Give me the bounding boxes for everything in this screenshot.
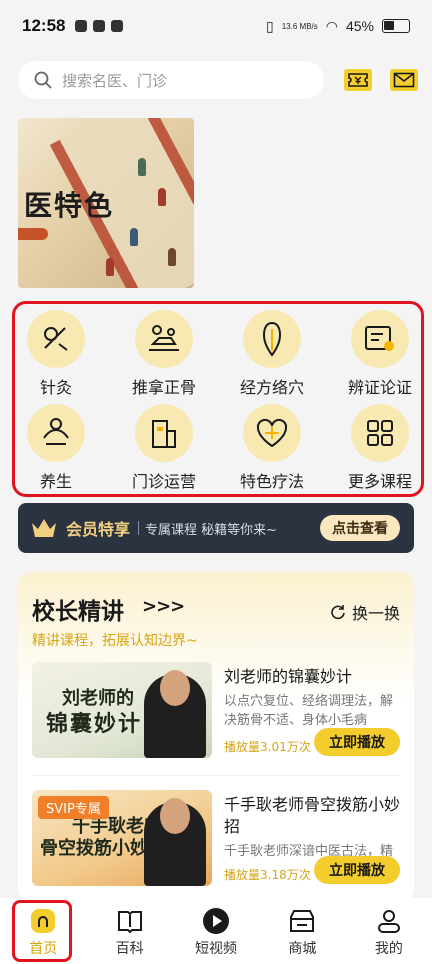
status-bar: 12:58 ▯ 13.6 MB/s ◠ 45% bbox=[0, 0, 432, 52]
section-subtitle: 精讲课程，拓展认知边界~ bbox=[32, 633, 198, 649]
member-description: 专属课程 秘籍等你来~ bbox=[145, 522, 278, 538]
member-title: 会员特享 bbox=[66, 520, 131, 539]
nav-home[interactable]: 首页 bbox=[0, 898, 86, 964]
health-icon bbox=[27, 404, 85, 462]
notification-icon bbox=[93, 20, 106, 32]
course-title: 刘老师的锦囊妙计 bbox=[224, 667, 353, 686]
ticket-button[interactable] bbox=[344, 69, 372, 91]
status-right: ▯ 13.6 MB/s ◠ 45% bbox=[266, 18, 410, 35]
nav-label: 百科 bbox=[115, 941, 144, 957]
category-diagnosis[interactable]: 辨证论证 bbox=[330, 310, 430, 400]
category-label: 门诊运营 bbox=[131, 472, 196, 491]
user-icon bbox=[374, 906, 404, 936]
search-placeholder: 搜索名医、门诊 bbox=[62, 72, 168, 90]
nav-shop[interactable]: 商城 bbox=[259, 898, 345, 964]
principal-lecture-section: 校长精讲 >>> 换一换 精讲课程，拓展认知边界~ 刘老师的 锦囊妙计 刘老师的… bbox=[18, 572, 414, 902]
diagnosis-icon bbox=[351, 310, 409, 368]
nav-label: 我的 bbox=[374, 941, 403, 957]
refresh-label: 换一换 bbox=[352, 604, 401, 623]
play-now-button[interactable]: 立即播放 bbox=[314, 728, 400, 756]
shop-icon bbox=[287, 906, 317, 936]
status-time: 12:58 bbox=[22, 16, 66, 35]
nav-label: 首页 bbox=[29, 941, 58, 957]
search-input[interactable]: 搜索名医、门诊 bbox=[18, 61, 324, 99]
category-label: 养生 bbox=[39, 472, 72, 491]
banner-figure bbox=[158, 188, 166, 206]
nav-short-video[interactable]: 短视频 bbox=[173, 898, 259, 964]
banner-figure bbox=[168, 248, 176, 266]
course-item[interactable]: 千手耿老师 骨空拨筋小妙招 SVIP专属 千手耿老师骨空拨筋小妙招 千手耿老师深… bbox=[32, 790, 404, 892]
teacher-photo bbox=[160, 798, 190, 834]
category-label: 针灸 bbox=[39, 378, 72, 397]
vibrate-icon: ▯ bbox=[266, 17, 274, 34]
notification-icon bbox=[75, 20, 88, 32]
category-label: 特色疗法 bbox=[239, 472, 304, 491]
course-thumbnail: 千手耿老师 骨空拨筋小妙招 SVIP专属 bbox=[32, 790, 212, 886]
message-button[interactable] bbox=[390, 69, 418, 91]
notification-icon bbox=[111, 20, 124, 32]
search-icon bbox=[34, 71, 52, 89]
svip-badge: SVIP专属 bbox=[38, 796, 109, 819]
play-count: 播放量3.18万次 bbox=[224, 868, 311, 882]
network-speed: 13.6 MB/s bbox=[281, 21, 318, 31]
play-now-button[interactable]: 立即播放 bbox=[314, 856, 400, 884]
banner-button bbox=[18, 228, 48, 240]
view-member-button[interactable]: 点击查看 bbox=[320, 515, 400, 541]
banner-title: 医特色 bbox=[24, 189, 115, 222]
clinic-icon bbox=[135, 404, 193, 462]
book-icon bbox=[115, 906, 145, 936]
bottom-navigation: 首页 百科 短视频 商城 我的 bbox=[0, 898, 432, 964]
crown-icon bbox=[32, 519, 56, 537]
search-row: 搜索名医、门诊 bbox=[18, 60, 418, 100]
battery-percent: 45% bbox=[345, 18, 374, 34]
play-count: 播放量3.01万次 bbox=[224, 740, 311, 754]
course-description: 以点穴复位、经络调理法，解决筋骨不适、身体小毛病 bbox=[224, 694, 394, 728]
wifi-icon: ◠ bbox=[325, 17, 338, 34]
category-clinic[interactable]: 门诊运营 bbox=[114, 404, 214, 494]
category-label: 推拿正骨 bbox=[131, 378, 196, 397]
mail-icon bbox=[393, 72, 415, 88]
nav-encyclopedia[interactable]: 百科 bbox=[86, 898, 172, 964]
banner-figure bbox=[106, 258, 114, 276]
course-thumbnail: 刘老师的 锦囊妙计 bbox=[32, 662, 212, 758]
banner-figure bbox=[138, 158, 146, 176]
category-massage[interactable]: 推拿正骨 bbox=[114, 310, 214, 400]
course-item[interactable]: 刘老师的 锦囊妙计 刘老师的锦囊妙计 以点穴复位、经络调理法，解决筋骨不适、身体… bbox=[32, 662, 404, 764]
promo-banner[interactable]: 医特色 bbox=[18, 118, 194, 288]
category-more[interactable]: 更多课程 bbox=[330, 404, 430, 494]
divider bbox=[138, 521, 140, 535]
meridian-icon bbox=[243, 310, 301, 368]
therapy-icon bbox=[243, 404, 301, 462]
acupuncture-icon bbox=[27, 310, 85, 368]
member-banner[interactable]: 会员特享 专属课程 秘籍等你来~ 点击查看 bbox=[18, 503, 414, 553]
nav-profile[interactable]: 我的 bbox=[346, 898, 432, 964]
more-arrows-icon[interactable]: >>> bbox=[142, 596, 185, 617]
banner-figure bbox=[130, 228, 138, 246]
refresh-button[interactable]: 换一换 bbox=[330, 600, 400, 624]
category-label: 经方络穴 bbox=[239, 378, 304, 397]
massage-icon bbox=[135, 310, 193, 368]
section-title: 校长精讲 bbox=[32, 599, 124, 625]
nav-label: 短视频 bbox=[195, 941, 238, 957]
category-therapy[interactable]: 特色疗法 bbox=[222, 404, 322, 494]
category-label: 更多课程 bbox=[347, 472, 412, 491]
home-icon bbox=[28, 906, 58, 936]
grid-icon bbox=[351, 404, 409, 462]
nav-label: 商城 bbox=[288, 941, 317, 957]
thumbnail-text: 锦囊妙计 bbox=[46, 711, 143, 737]
refresh-icon bbox=[331, 605, 345, 620]
teacher-photo bbox=[160, 670, 190, 706]
category-meridian[interactable]: 经方络穴 bbox=[222, 310, 322, 400]
category-label: 辨证论证 bbox=[347, 378, 412, 397]
divider bbox=[32, 775, 400, 776]
ticket-icon bbox=[348, 73, 368, 87]
category-grid: 针灸 推拿正骨 经方络穴 辨证论证 养生 门诊运营 特色疗法 更多课程 bbox=[12, 301, 424, 497]
play-icon bbox=[201, 906, 231, 936]
battery-icon bbox=[382, 19, 410, 33]
course-title: 千手耿老师骨空拨筋小妙招 bbox=[224, 795, 401, 836]
category-health[interactable]: 养生 bbox=[6, 404, 106, 494]
category-acupuncture[interactable]: 针灸 bbox=[6, 310, 106, 400]
